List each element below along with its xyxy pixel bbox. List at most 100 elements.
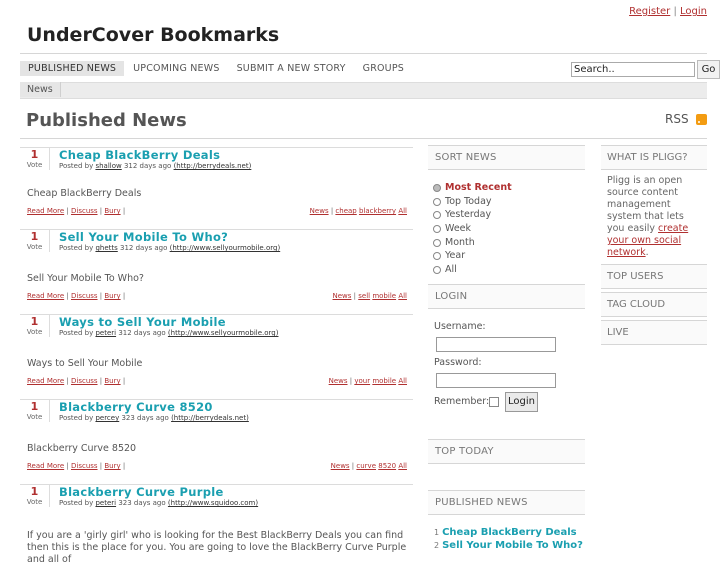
story-author-link[interactable]: ghetts bbox=[95, 244, 117, 252]
tag-link[interactable]: curve bbox=[356, 462, 376, 470]
radio-icon[interactable] bbox=[433, 238, 441, 247]
discuss-link[interactable]: Discuss bbox=[71, 292, 98, 300]
radio-icon[interactable] bbox=[433, 252, 441, 261]
remember-checkbox[interactable] bbox=[489, 397, 499, 407]
sort-year[interactable]: Year bbox=[433, 249, 585, 263]
story-title[interactable]: Ways to Sell Your Mobile bbox=[59, 315, 226, 329]
username-input[interactable] bbox=[436, 337, 556, 352]
story-author-link[interactable]: peteri bbox=[95, 329, 116, 337]
vote-box[interactable]: 1 Vote bbox=[20, 485, 50, 507]
read-more-link[interactable]: Read More bbox=[27, 292, 64, 300]
story-author-link[interactable]: shallow bbox=[95, 162, 121, 170]
radio-icon[interactable] bbox=[433, 211, 441, 220]
login-link[interactable]: Login bbox=[680, 6, 707, 17]
nav-submit-story[interactable]: SUBMIT A NEW STORY bbox=[229, 61, 354, 76]
vote-box[interactable]: 1 Vote bbox=[20, 148, 50, 170]
tag-link[interactable]: cheap bbox=[335, 207, 356, 215]
radio-icon[interactable] bbox=[433, 197, 441, 206]
top-users-heading[interactable]: TOP USERS bbox=[601, 264, 707, 289]
bury-link[interactable]: Bury bbox=[104, 207, 120, 215]
discuss-link[interactable]: Discuss bbox=[71, 462, 98, 470]
story-source-link[interactable]: (http://www.sellyourmobile.org) bbox=[170, 244, 281, 252]
tag-link[interactable]: mobile bbox=[372, 292, 396, 300]
vote-box[interactable]: 1 Vote bbox=[20, 400, 50, 422]
vote-label[interactable]: Vote bbox=[20, 161, 49, 169]
vote-box[interactable]: 1 Vote bbox=[20, 315, 50, 337]
tag-link[interactable]: blackberry bbox=[359, 207, 396, 215]
story-author-link[interactable]: percey bbox=[95, 414, 119, 422]
login-button[interactable]: Login bbox=[505, 392, 538, 412]
category-link[interactable]: News bbox=[331, 462, 350, 470]
sort-all[interactable]: All bbox=[433, 263, 585, 277]
tag-link[interactable]: mobile bbox=[372, 377, 396, 385]
tag-cloud-heading[interactable]: TAG CLOUD bbox=[601, 292, 707, 317]
rss-link[interactable]: RSS bbox=[665, 112, 689, 126]
subnav-tab-news[interactable]: News bbox=[20, 82, 61, 97]
sort-option-label: Week bbox=[445, 223, 472, 235]
story-source-link[interactable]: (http://berrydeals.net) bbox=[174, 162, 252, 170]
published-news-heading[interactable]: PUBLISHED NEWS bbox=[428, 490, 585, 515]
live-heading[interactable]: LIVE bbox=[601, 320, 707, 345]
radio-icon[interactable] bbox=[433, 183, 441, 192]
sort-week[interactable]: Week bbox=[433, 222, 585, 236]
tag-link[interactable]: your bbox=[354, 377, 370, 385]
nav-groups[interactable]: GROUPS bbox=[355, 61, 412, 76]
bury-link[interactable]: Bury bbox=[104, 377, 120, 385]
register-link[interactable]: Register bbox=[629, 6, 670, 17]
sort-most-recent[interactable]: Most Recent bbox=[433, 181, 585, 195]
category-link[interactable]: News bbox=[329, 377, 348, 385]
story-title[interactable]: Cheap BlackBerry Deals bbox=[59, 148, 220, 162]
all-tags-link[interactable]: All bbox=[398, 292, 407, 300]
story-meta: Posted by ghetts 312 days ago (http://ww… bbox=[59, 244, 280, 252]
category-link[interactable]: News bbox=[310, 207, 329, 215]
story-source-link[interactable]: (http://berrydeals.net) bbox=[171, 414, 249, 422]
story-description: Sell Your Mobile To Who? bbox=[27, 273, 144, 284]
search-go-button[interactable]: Go bbox=[697, 60, 720, 79]
search-input[interactable]: Search.. bbox=[571, 62, 695, 77]
all-tags-link[interactable]: All bbox=[398, 377, 407, 385]
sort-top-today[interactable]: Top Today bbox=[433, 195, 585, 209]
list-item-title[interactable]: Cheap BlackBerry Deals bbox=[442, 527, 576, 538]
discuss-link[interactable]: Discuss bbox=[71, 207, 98, 215]
vote-label[interactable]: Vote bbox=[20, 498, 49, 506]
what-is-pligg-text: Pligg is an open source content manageme… bbox=[601, 170, 707, 259]
sort-month[interactable]: Month bbox=[433, 236, 585, 250]
tag-link[interactable]: 8520 bbox=[378, 462, 396, 470]
vote-label[interactable]: Vote bbox=[20, 328, 49, 336]
radio-icon[interactable] bbox=[433, 224, 441, 233]
bury-link[interactable]: Bury bbox=[104, 292, 120, 300]
top-today-heading[interactable]: TOP TODAY bbox=[428, 439, 585, 464]
rss-icon[interactable] bbox=[696, 114, 707, 125]
vote-box[interactable]: 1 Vote bbox=[20, 230, 50, 252]
story-author-link[interactable]: peteri bbox=[95, 499, 116, 507]
discuss-link[interactable]: Discuss bbox=[71, 377, 98, 385]
all-tags-link[interactable]: All bbox=[398, 207, 407, 215]
radio-icon[interactable] bbox=[433, 265, 441, 274]
story-source-link[interactable]: (http://www.sellyourmobile.org) bbox=[168, 329, 279, 337]
story-title[interactable]: Sell Your Mobile To Who? bbox=[59, 230, 228, 244]
posted-by-label: Posted by bbox=[59, 329, 94, 337]
story-title[interactable]: Blackberry Curve Purple bbox=[59, 485, 224, 499]
vote-label[interactable]: Vote bbox=[20, 413, 49, 421]
site-title[interactable]: UnderCover Bookmarks bbox=[27, 24, 279, 46]
sort-news-block: SORT NEWS Most Recent Top Today Yesterda… bbox=[428, 145, 585, 277]
story-title[interactable]: Blackberry Curve 8520 bbox=[59, 400, 213, 414]
vote-label[interactable]: Vote bbox=[20, 243, 49, 251]
tag-link[interactable]: sell bbox=[358, 292, 370, 300]
list-item-title[interactable]: Sell Your Mobile To Who? bbox=[442, 540, 583, 551]
story-source-link[interactable]: (http://www.squidoo.com) bbox=[168, 499, 258, 507]
read-more-link[interactable]: Read More bbox=[27, 207, 64, 215]
nav-published-news[interactable]: PUBLISHED NEWS bbox=[20, 61, 125, 76]
sort-yesterday[interactable]: Yesterday bbox=[433, 208, 585, 222]
password-input[interactable] bbox=[436, 373, 556, 388]
login-heading: LOGIN bbox=[428, 284, 585, 309]
list-item[interactable]: 2 Sell Your Mobile To Who? bbox=[434, 539, 585, 552]
read-more-link[interactable]: Read More bbox=[27, 462, 64, 470]
bury-link[interactable]: Bury bbox=[104, 462, 120, 470]
nav-upcoming-news[interactable]: UPCOMING NEWS bbox=[125, 61, 227, 76]
category-link[interactable]: News bbox=[333, 292, 352, 300]
all-tags-link[interactable]: All bbox=[398, 462, 407, 470]
read-more-link[interactable]: Read More bbox=[27, 377, 64, 385]
story-header: 1 Vote Cheap BlackBerry Deals Posted by … bbox=[20, 147, 413, 171]
list-item[interactable]: 1 Cheap BlackBerry Deals bbox=[434, 526, 585, 539]
